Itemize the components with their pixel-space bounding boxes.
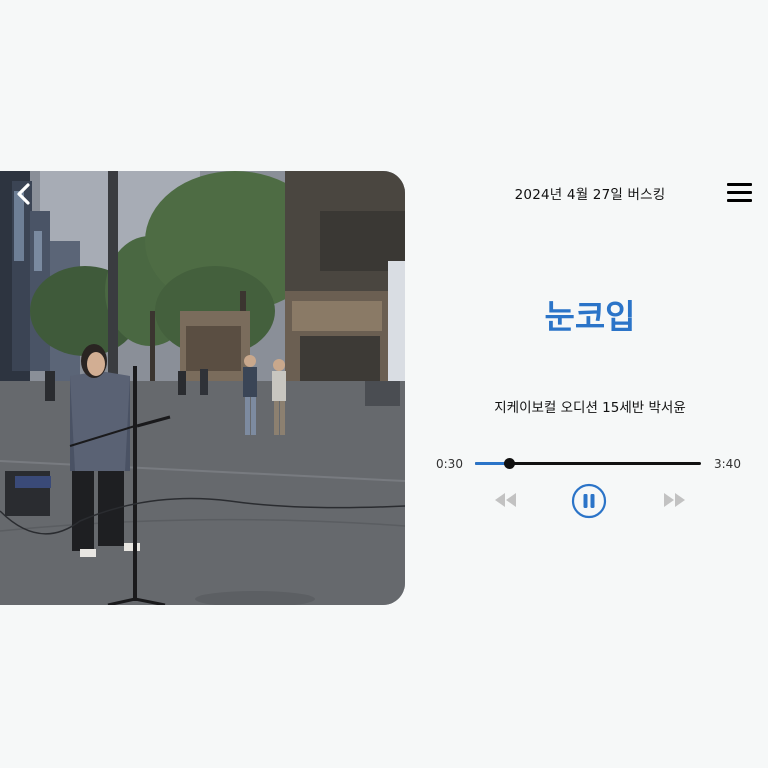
fast-forward-icon <box>664 493 685 507</box>
back-button[interactable] <box>10 180 38 208</box>
forward-button[interactable] <box>661 490 687 510</box>
event-title: 2024년 4월 27일 버스킹 <box>514 187 666 203</box>
progress-slider[interactable] <box>475 458 701 469</box>
busking-photo <box>0 171 405 605</box>
player-screen: 2024년 4월 27일 버스킹 눈코입 지케이보컬 오디션 15세반 박서윤 … <box>0 0 768 768</box>
rewind-button[interactable] <box>493 490 519 510</box>
chevron-left-icon <box>17 183 30 205</box>
pause-button[interactable] <box>571 483 607 519</box>
rewind-icon <box>495 493 516 507</box>
pause-icon <box>571 483 607 519</box>
song-title: 눈코입 <box>544 297 636 336</box>
progress-thumb[interactable] <box>504 458 516 469</box>
current-time: 0:30 <box>436 457 463 471</box>
artist-name: 지케이보컬 오디션 15세반 박서윤 <box>494 400 686 416</box>
menu-button[interactable] <box>726 181 754 205</box>
total-time: 3:40 <box>714 457 741 471</box>
